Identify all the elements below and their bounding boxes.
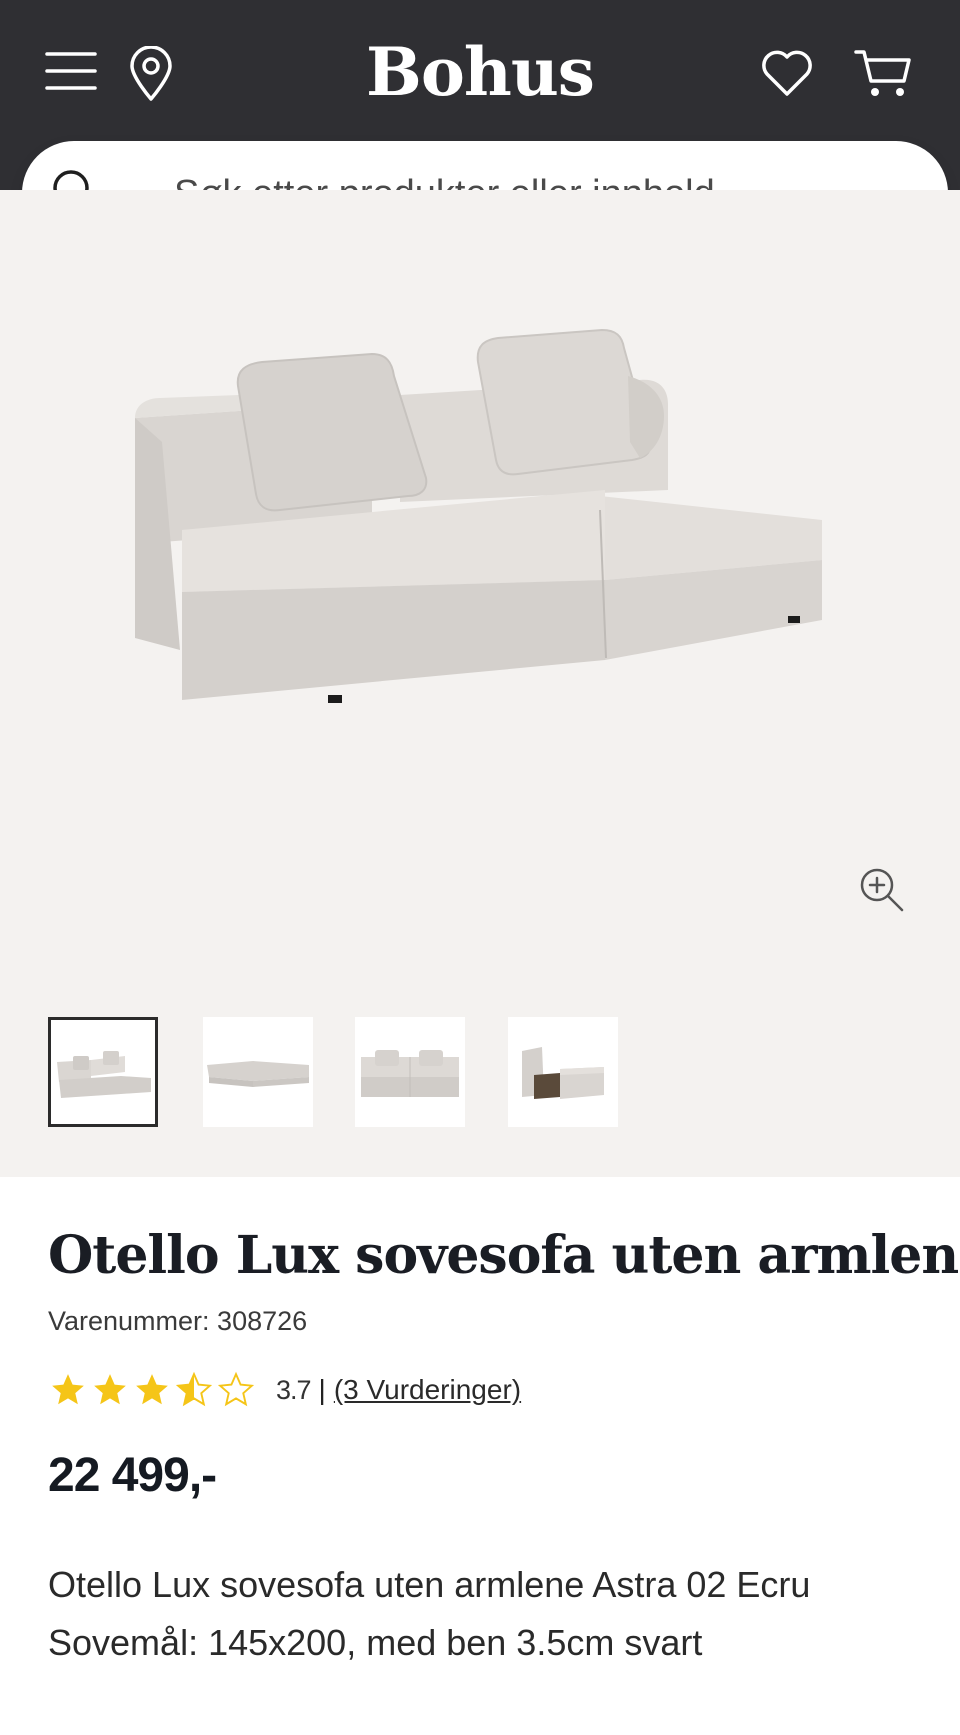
- reviews-link[interactable]: (3 Vurderinger): [334, 1374, 521, 1406]
- product-sku: Varenummer: 308726: [48, 1306, 308, 1336]
- description-line: Otello Lux sovesofa uten armlene Astra 0…: [48, 1564, 811, 1605]
- product-price: 22 499,-: [48, 1449, 217, 1502]
- heart-icon[interactable]: [760, 48, 814, 98]
- description-line: Sovemål: 145x200, med ben 3.5cm svart: [48, 1622, 703, 1663]
- rating-separator: |: [318, 1374, 326, 1405]
- product-title: Otello Lux sovesofa uten armlene: [48, 1225, 960, 1286]
- thumbnail-image: [361, 1050, 459, 1097]
- star-full-icon: [136, 1374, 168, 1405]
- rating-stars: [48, 1371, 256, 1409]
- rating-value: 3.7: [276, 1374, 312, 1405]
- star-full-icon: [94, 1374, 126, 1405]
- product-main-image[interactable]: [0, 190, 960, 970]
- product-gallery: [0, 190, 960, 1177]
- star-empty-icon: [217, 1371, 255, 1407]
- rating-row: 3.7 | (3 Vurderinger): [48, 1370, 521, 1410]
- product-description: Otello Lux sovesofa uten armlene Astra 0…: [48, 1556, 810, 1672]
- thumbnail-1[interactable]: [48, 1017, 158, 1127]
- thumbnail-4[interactable]: [508, 1017, 618, 1127]
- thumbnail-image: [57, 1051, 151, 1098]
- thumbnail-2[interactable]: [203, 1017, 313, 1127]
- zoom-in-icon[interactable]: [858, 866, 906, 914]
- thumbnail-image: [207, 1061, 309, 1087]
- star-full-icon: [52, 1374, 84, 1405]
- thumbnail-3[interactable]: [355, 1017, 465, 1127]
- brand-logo[interactable]: Bohus: [0, 32, 960, 112]
- star-half-icon: [175, 1371, 213, 1407]
- cart-icon[interactable]: [854, 46, 912, 100]
- thumbnail-image: [522, 1047, 604, 1099]
